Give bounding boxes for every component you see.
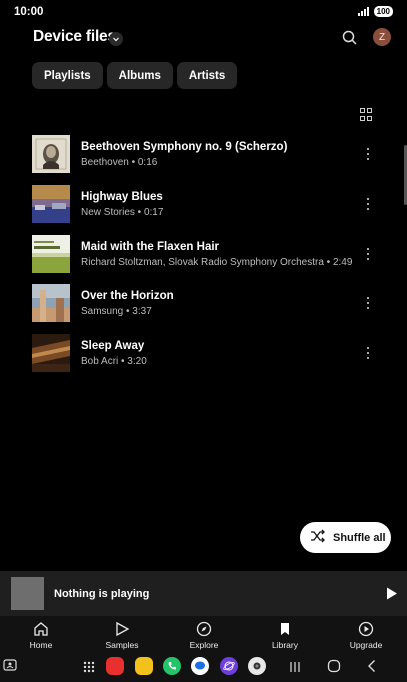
nav-label: Home [29,640,53,650]
app-icon-red[interactable] [106,657,124,675]
track-subtitle: New Stories • 0:17 [81,207,164,218]
mini-player[interactable]: Nothing is playing [0,571,407,616]
chip-artists[interactable]: Artists [176,62,238,89]
album-art [32,185,70,223]
more-options-icon[interactable] [364,347,372,359]
track-title: Maid with the Flaxen Hair [81,241,220,253]
back-icon[interactable] [366,659,378,678]
apps-grid-icon[interactable] [83,660,95,678]
nav-samples[interactable]: Samples [92,616,152,654]
filter-chips: Playlists Albums Artists [32,62,238,89]
battery-indicator: 100 [373,6,393,17]
track-subtitle: Richard Stoltzman, Slovak Radio Symphony… [81,257,353,268]
nav-library[interactable]: Library [255,616,315,654]
shuffle-all-button[interactable]: Shuffle all [300,522,391,553]
track-title: Sleep Away [81,340,145,352]
list-item[interactable]: Beethoven Symphony no. 9 (Scherzo) Beeth… [0,133,407,173]
play-outline-icon [116,621,130,637]
album-art [32,135,70,173]
header: Device files Z [0,26,407,52]
nav-home[interactable]: Home [11,616,71,654]
search-icon[interactable] [340,28,360,48]
more-options-icon[interactable] [364,198,372,210]
nav-label: Library [272,640,298,650]
mini-player-art [11,577,44,610]
more-options-icon[interactable] [364,248,372,260]
chip-playlists[interactable]: Playlists [32,62,103,89]
phone-icon[interactable] [163,657,181,675]
bottom-nav: Home Samples Explore Library Upgrade [0,616,407,654]
internet-icon[interactable] [220,657,238,675]
mini-player-status: Nothing is playing [54,588,150,600]
status-indicators: 100 [357,6,393,17]
bookmark-icon [281,623,289,635]
more-options-icon[interactable] [364,148,372,160]
app-icon-yellow[interactable] [135,657,153,675]
grid-view-icon[interactable] [360,108,374,122]
status-bar: 10:00 100 [0,0,407,24]
messages-icon[interactable] [191,657,209,675]
track-title: Beethoven Symphony no. 9 (Scherzo) [81,141,288,153]
nav-label: Explore [189,640,219,650]
nav-explore[interactable]: Explore [174,616,234,654]
nav-upgrade[interactable]: Upgrade [336,616,396,654]
shuffle-label: Shuffle all [333,531,386,544]
list-item[interactable]: Sleep Away Bob Acri • 3:20 [0,332,407,372]
play-icon[interactable] [386,587,398,600]
home-icon [34,622,48,636]
recents-icon[interactable] [289,660,301,678]
album-art [32,235,70,273]
status-time: 10:00 [14,6,44,18]
shuffle-icon [310,529,326,546]
track-subtitle: Beethoven • 0:16 [81,157,158,168]
more-options-icon[interactable] [364,297,372,309]
system-bar [0,654,407,682]
album-art [32,334,70,372]
chip-albums[interactable]: Albums [106,62,173,89]
nav-label: Upgrade [349,640,383,650]
page-title[interactable]: Device files [33,28,116,46]
list-item[interactable]: Maid with the Flaxen Hair Richard Stoltz… [0,233,407,273]
avatar[interactable]: Z [373,28,391,46]
list-item[interactable]: Over the Horizon Samsung • 3:37 [0,282,407,322]
chevron-down-icon[interactable] [109,32,123,46]
signal-icon [357,7,369,16]
track-title: Highway Blues [81,191,163,203]
play-circle-icon [358,621,374,637]
nav-label: Samples [105,640,139,650]
album-art [32,284,70,322]
track-subtitle: Samsung • 3:37 [81,306,152,317]
track-title: Over the Horizon [81,290,174,302]
list-item[interactable]: Highway Blues New Stories • 0:17 [0,183,407,223]
screenshot-icon[interactable] [3,659,17,678]
camera-icon[interactable] [248,657,266,675]
home-button-icon[interactable] [327,659,341,678]
track-subtitle: Bob Acri • 3:20 [81,356,147,367]
compass-icon [196,621,212,637]
